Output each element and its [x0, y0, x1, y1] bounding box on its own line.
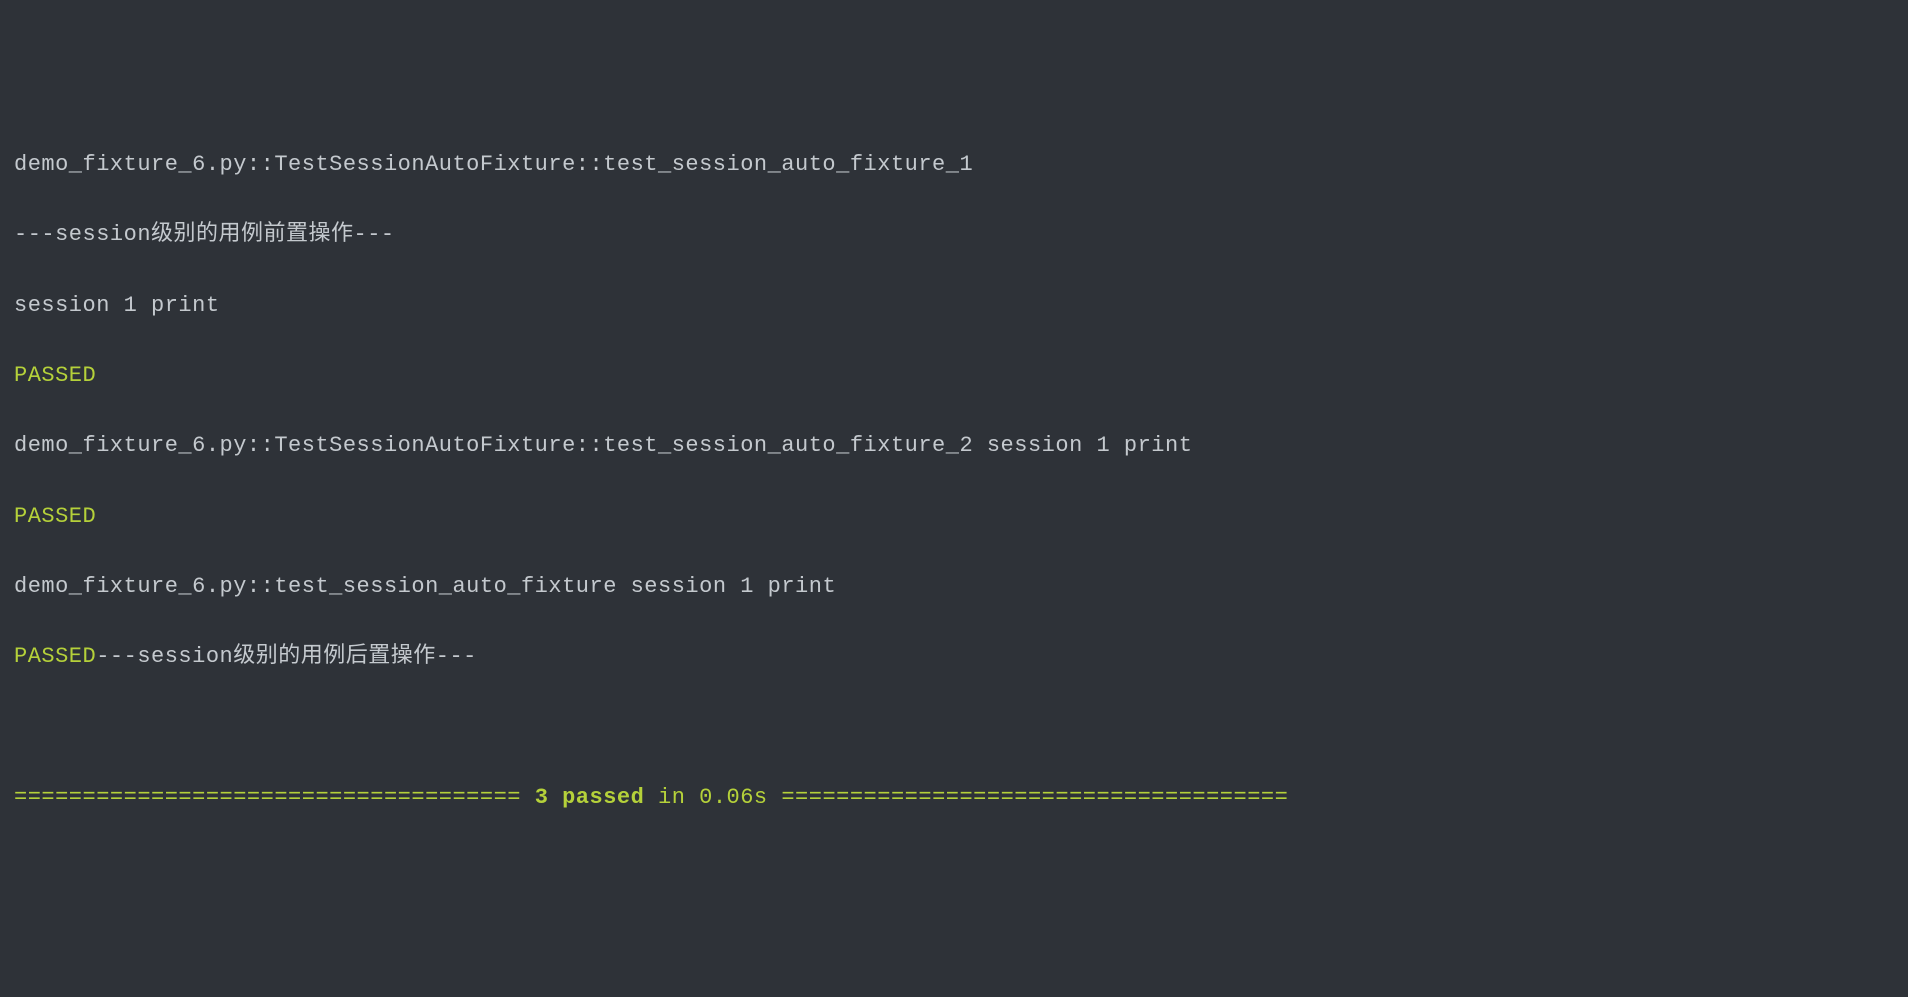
passed-label-3: PASSED	[14, 644, 96, 669]
output-line-print-1: session 1 print	[14, 288, 1894, 323]
output-summary-line: ===================================== 3 …	[14, 780, 1894, 815]
output-line-fixture-teardown: ---session级别的用例后置操作---	[96, 644, 477, 669]
test-path-3: demo_fixture_6.py::test_session_auto_fix…	[14, 574, 631, 599]
test-path-2: demo_fixture_6.py::TestSessionAutoFixtur…	[14, 433, 987, 458]
summary-separator-right: =====================================	[768, 785, 1289, 810]
output-line-test-id-3: demo_fixture_6.py::test_session_auto_fix…	[14, 569, 1894, 604]
output-line-passed-1: PASSED	[14, 358, 1894, 393]
output-line-fixture-setup: ---session级别的用例前置操作---	[14, 217, 1894, 252]
output-print-2: session 1 print	[987, 433, 1193, 458]
summary-passed-count: 3 passed	[535, 785, 645, 810]
output-line-test-id-2: demo_fixture_6.py::TestSessionAutoFixtur…	[14, 428, 1894, 463]
output-print-3: session 1 print	[631, 574, 837, 599]
summary-separator-left: =====================================	[14, 785, 535, 810]
output-line-passed-2: PASSED	[14, 499, 1894, 534]
summary-timing: in 0.06s	[644, 785, 767, 810]
output-line-passed-3: PASSED---session级别的用例后置操作---	[14, 639, 1894, 674]
output-line-test-id-1: demo_fixture_6.py::TestSessionAutoFixtur…	[14, 147, 1894, 182]
